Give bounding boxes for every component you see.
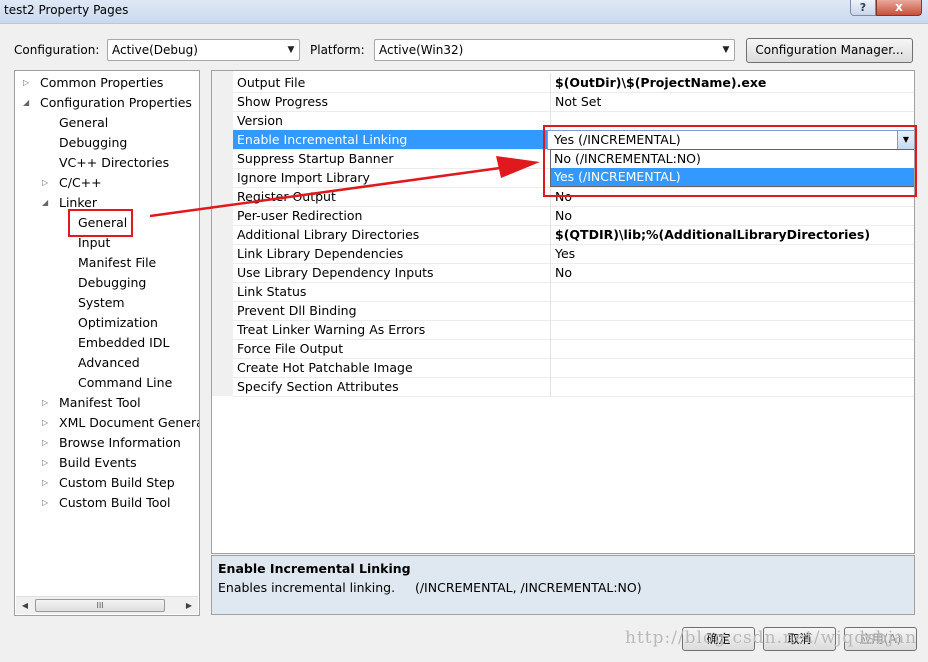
annotation-arrow	[149, 156, 540, 218]
